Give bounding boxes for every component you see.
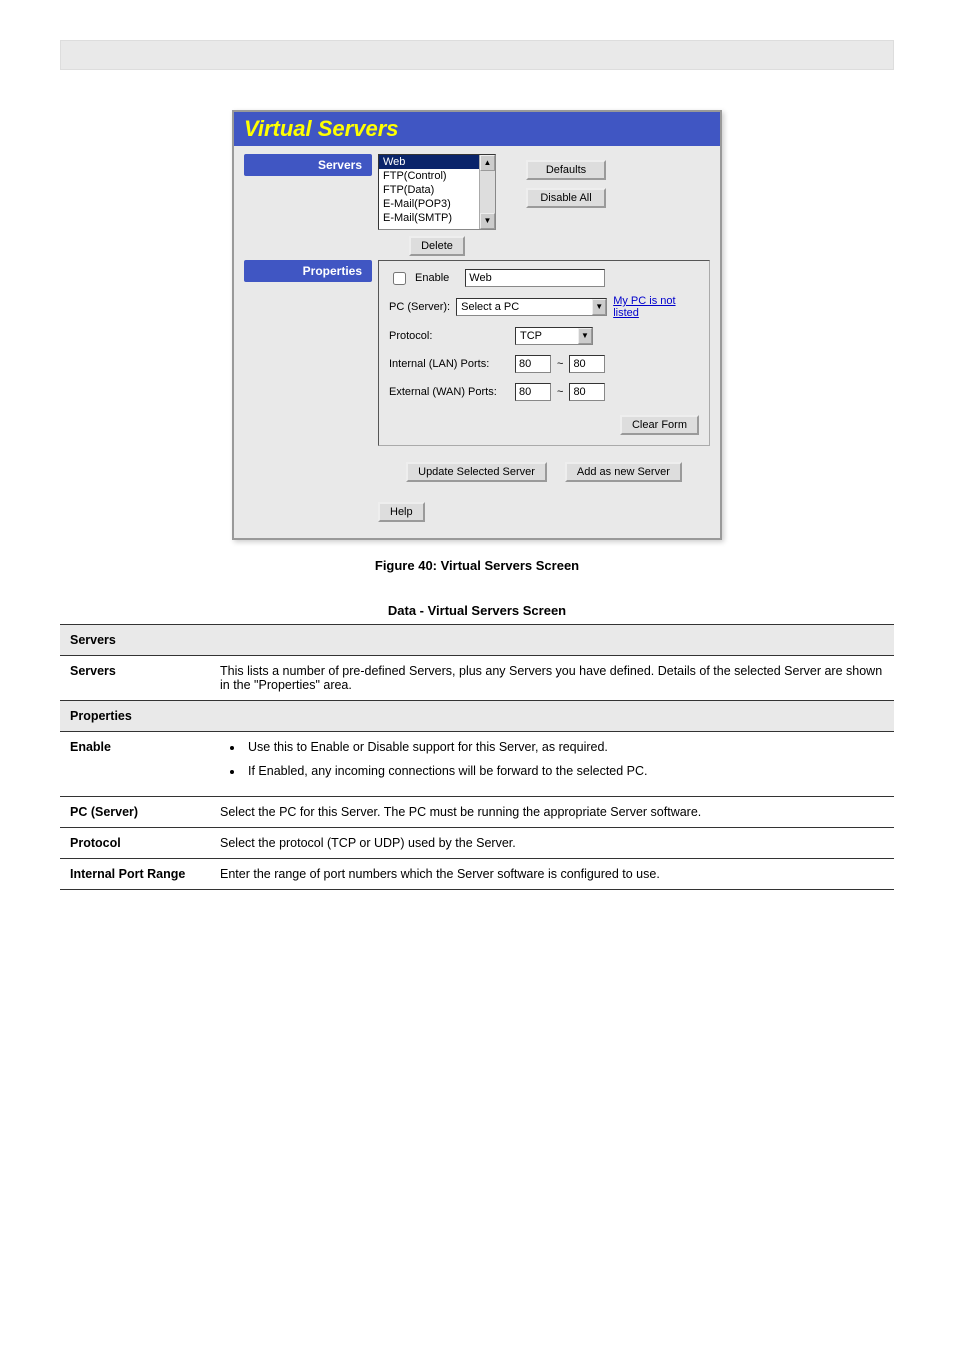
pc-server-value: Select a PC bbox=[461, 301, 519, 313]
help-button[interactable]: Help bbox=[378, 502, 425, 522]
bullet-item: Use this to Enable or Disable support fo… bbox=[244, 740, 884, 754]
disable-all-button[interactable]: Disable All bbox=[526, 188, 606, 208]
chevron-down-icon[interactable]: ▼ bbox=[578, 328, 592, 344]
row-label: Internal Port Range bbox=[60, 859, 210, 890]
wan-port-from-input[interactable] bbox=[515, 383, 551, 401]
properties-box: Enable PC (Server): Select a PC ▼ My PC … bbox=[378, 260, 710, 446]
enable-label: Enable bbox=[415, 272, 449, 284]
bullet-item: If Enabled, any incoming connections wil… bbox=[244, 764, 884, 778]
wan-port-to-input[interactable] bbox=[569, 383, 605, 401]
scroll-down-icon[interactable]: ▼ bbox=[480, 213, 495, 229]
list-item[interactable]: FTP(Data) bbox=[379, 183, 495, 197]
pc-server-select[interactable]: Select a PC ▼ bbox=[456, 298, 607, 316]
chevron-down-icon[interactable]: ▼ bbox=[592, 299, 606, 315]
figure-caption: Figure 40: Virtual Servers Screen bbox=[60, 558, 894, 573]
protocol-label: Protocol: bbox=[389, 330, 509, 342]
lan-ports-label: Internal (LAN) Ports: bbox=[389, 358, 509, 370]
protocol-select[interactable]: TCP ▼ bbox=[515, 327, 593, 345]
pc-server-label: PC (Server): bbox=[389, 301, 450, 313]
list-item[interactable]: Web bbox=[379, 155, 495, 169]
delete-button[interactable]: Delete bbox=[409, 236, 465, 256]
wan-ports-label: External (WAN) Ports: bbox=[389, 386, 509, 398]
list-item[interactable]: FTP(Control) bbox=[379, 169, 495, 183]
lan-port-to-input[interactable] bbox=[569, 355, 605, 373]
section-heading-servers: Servers bbox=[60, 625, 894, 656]
enable-checkbox[interactable] bbox=[393, 272, 406, 285]
tilde-separator: ~ bbox=[557, 386, 563, 398]
row-label: Enable bbox=[60, 732, 210, 797]
update-selected-server-button[interactable]: Update Selected Server bbox=[406, 462, 547, 482]
table-caption: Data - Virtual Servers Screen bbox=[60, 603, 894, 618]
properties-label: Properties bbox=[244, 260, 372, 282]
servers-label: Servers bbox=[244, 154, 372, 176]
pc-not-listed-link[interactable]: My PC is not listed bbox=[613, 295, 699, 319]
row-desc: Enter the range of port numbers which th… bbox=[210, 859, 894, 890]
list-item[interactable]: E-Mail(POP3) bbox=[379, 197, 495, 211]
defaults-button[interactable]: Defaults bbox=[526, 160, 606, 180]
panel-title: Virtual Servers bbox=[234, 112, 720, 146]
row-desc: This lists a number of pre-defined Serve… bbox=[210, 656, 894, 701]
lan-port-from-input[interactable] bbox=[515, 355, 551, 373]
row-desc: Use this to Enable or Disable support fo… bbox=[210, 732, 894, 797]
row-desc: Select the protocol (TCP or UDP) used by… bbox=[210, 828, 894, 859]
row-label: PC (Server) bbox=[60, 797, 210, 828]
list-item[interactable]: E-Mail(SMTP) bbox=[379, 211, 495, 225]
tilde-separator: ~ bbox=[557, 358, 563, 370]
servers-listbox[interactable]: Web FTP(Control) FTP(Data) E-Mail(POP3) … bbox=[378, 154, 496, 230]
add-as-new-server-button[interactable]: Add as new Server bbox=[565, 462, 682, 482]
scrollbar[interactable]: ▲ ▼ bbox=[479, 155, 495, 229]
clear-form-button[interactable]: Clear Form bbox=[620, 415, 699, 435]
scroll-up-icon[interactable]: ▲ bbox=[480, 155, 495, 171]
top-banner bbox=[60, 40, 894, 70]
protocol-value: TCP bbox=[520, 330, 542, 342]
section-heading-properties: Properties bbox=[60, 701, 894, 732]
row-label: Servers bbox=[60, 656, 210, 701]
data-table: Servers Servers This lists a number of p… bbox=[60, 624, 894, 890]
virtual-servers-panel: Virtual Servers Servers Web FTP(Control)… bbox=[232, 110, 722, 540]
server-name-input[interactable] bbox=[465, 269, 605, 287]
row-label: Protocol bbox=[60, 828, 210, 859]
figure-container: Virtual Servers Servers Web FTP(Control)… bbox=[60, 110, 894, 540]
row-desc: Select the PC for this Server. The PC mu… bbox=[210, 797, 894, 828]
